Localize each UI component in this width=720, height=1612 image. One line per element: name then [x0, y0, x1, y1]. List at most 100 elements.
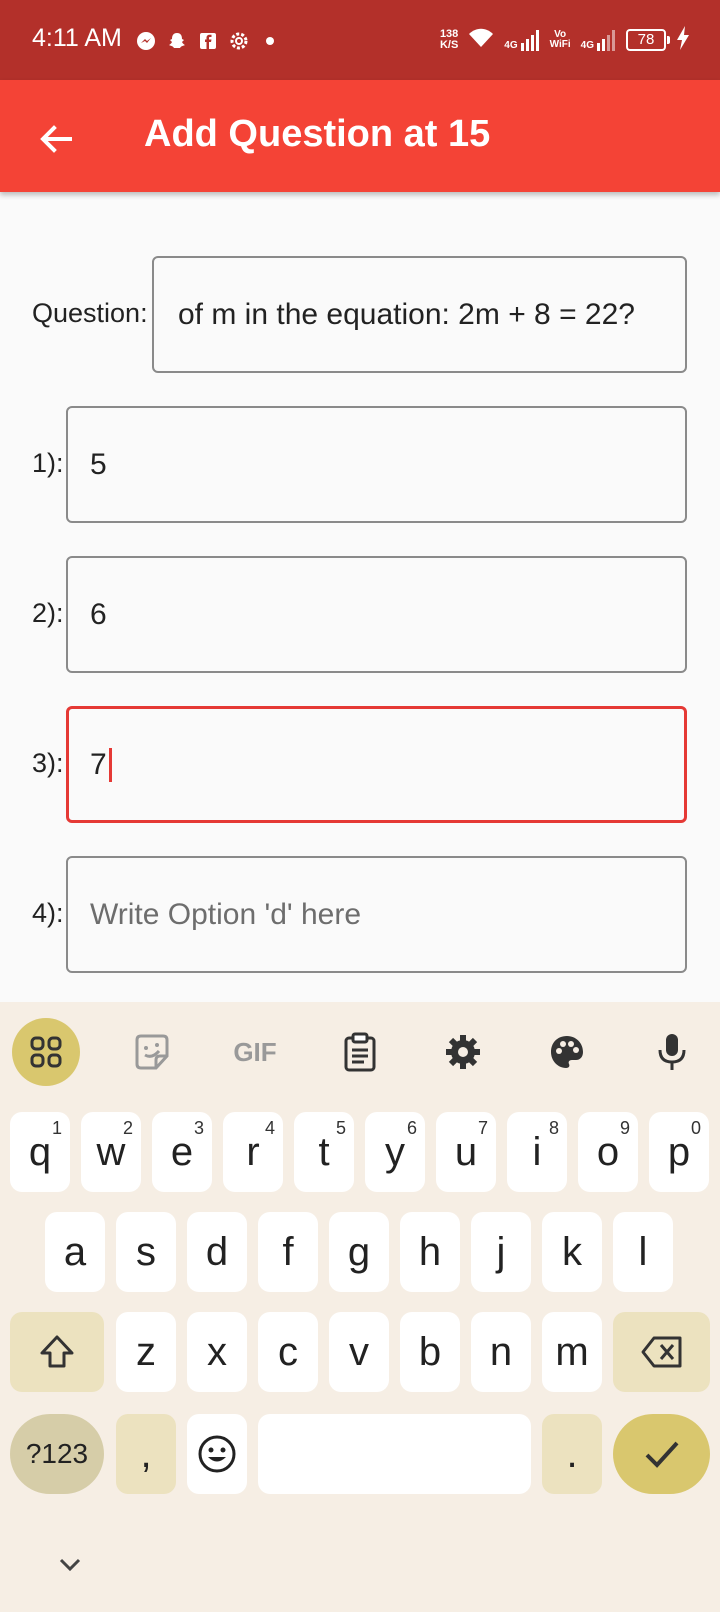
status-time: 4:11 AM — [32, 24, 122, 52]
page-title: Add Question at 15 — [144, 113, 491, 155]
key-o-hint: 9 — [619, 1118, 630, 1138]
option-4-label: 4): — [32, 898, 64, 928]
key-f[interactable]: f — [258, 1212, 318, 1292]
option-1-field[interactable]: 5 — [66, 406, 687, 523]
question-field[interactable]: of m in the equation: 2m + 8 = 22? — [152, 256, 687, 373]
key-p[interactable]: p0 — [649, 1112, 709, 1192]
vowifi-bottom: WiFi — [549, 39, 571, 50]
option-3-value: 7 — [90, 747, 107, 781]
key-x[interactable]: x — [187, 1312, 247, 1392]
backspace-key[interactable] — [613, 1312, 710, 1392]
option-2-value: 6 — [90, 597, 107, 631]
shift-key[interactable] — [10, 1312, 104, 1392]
space-key[interactable] — [258, 1414, 531, 1494]
key-p-label: p — [667, 1129, 691, 1174]
text-caret — [108, 747, 112, 782]
charging-icon — [676, 25, 690, 55]
key-e-hint: 3 — [193, 1118, 204, 1138]
key-d[interactable]: d — [187, 1212, 247, 1292]
key-r[interactable]: r4 — [223, 1112, 283, 1192]
status-right: 138 K/S 4G Vo WiFi 4G 78 — [440, 22, 690, 58]
signal-bars-icon — [597, 30, 615, 51]
symbols-key[interactable]: ?123 — [10, 1414, 104, 1494]
clipboard-button[interactable] — [330, 1022, 390, 1082]
vowifi-label: Vo WiFi — [550, 30, 571, 50]
key-m[interactable]: m — [542, 1312, 602, 1392]
key-t-label: t — [318, 1129, 330, 1174]
keyboard — [0, 1002, 720, 1612]
sticker-button[interactable] — [122, 1022, 182, 1082]
notification-icons — [136, 26, 280, 56]
key-i-hint: 8 — [548, 1118, 559, 1138]
key-y-label: y — [385, 1129, 405, 1174]
sticker-icon — [135, 1034, 169, 1070]
net-speed-unit: K/S — [439, 39, 459, 51]
clipboard-icon — [344, 1032, 376, 1072]
key-y-hint: 6 — [406, 1118, 417, 1138]
option-4-placeholder: Write Option 'd' here — [90, 897, 362, 931]
key-w-hint: 2 — [122, 1118, 133, 1138]
signal-bars-icon — [520, 30, 539, 51]
key-c[interactable]: c — [258, 1312, 318, 1392]
option-3-field[interactable]: 7 — [66, 706, 687, 823]
option-1-label: 1): — [32, 448, 64, 478]
key-v[interactable]: v — [329, 1312, 389, 1392]
hide-keyboard-button[interactable] — [52, 1550, 88, 1580]
key-e[interactable]: e3 — [152, 1112, 212, 1192]
key-t[interactable]: t5 — [294, 1112, 354, 1192]
signal-2: 4G — [581, 29, 616, 51]
key-u[interactable]: u7 — [436, 1112, 496, 1192]
key-o[interactable]: o9 — [578, 1112, 638, 1192]
period-key[interactable]: . — [542, 1414, 602, 1494]
key-j[interactable]: j — [471, 1212, 531, 1292]
apps-button[interactable] — [12, 1018, 80, 1086]
option-3-label: 3): — [32, 748, 64, 778]
battery-indicator: 78 — [626, 29, 670, 51]
key-i[interactable]: i8 — [507, 1112, 567, 1192]
backspace-icon — [641, 1336, 681, 1368]
key-e-label: e — [170, 1129, 194, 1174]
key-i-label: i — [532, 1129, 542, 1174]
key-h[interactable]: h — [400, 1212, 460, 1292]
net-speed: 138 K/S — [440, 29, 458, 51]
signal-1: 4G — [504, 29, 539, 51]
key-a[interactable]: a — [45, 1212, 105, 1292]
key-q[interactable]: q1 — [10, 1112, 70, 1192]
key-s[interactable]: s — [116, 1212, 176, 1292]
mic-icon — [658, 1034, 686, 1070]
option-2-field[interactable]: 6 — [66, 556, 687, 673]
facebook-icon — [198, 31, 218, 51]
emoji-icon — [198, 1435, 236, 1473]
more-dot-icon — [260, 31, 280, 51]
settings-button[interactable] — [433, 1022, 493, 1082]
key-g[interactable]: g — [329, 1212, 389, 1292]
option-4-field[interactable]: Write Option 'd' here — [66, 856, 687, 973]
key-o-label: o — [596, 1129, 620, 1174]
settings-icon — [446, 1035, 480, 1069]
key-q-label: q — [28, 1129, 52, 1174]
question-value: of m in the equation: 2m + 8 = 22? — [178, 297, 635, 331]
voice-input-button[interactable] — [642, 1022, 702, 1082]
chevron-down-icon — [59, 1558, 81, 1572]
gif-button[interactable]: GIF — [225, 1022, 285, 1082]
theme-button[interactable] — [537, 1022, 597, 1082]
key-u-hint: 7 — [477, 1118, 488, 1138]
emoji-key[interactable] — [187, 1414, 247, 1494]
back-button[interactable] — [30, 113, 82, 165]
key-k[interactable]: k — [542, 1212, 602, 1292]
settings-notification-icon — [229, 31, 249, 51]
key-z[interactable]: z — [116, 1312, 176, 1392]
key-l[interactable]: l — [613, 1212, 673, 1292]
done-key[interactable] — [613, 1414, 710, 1494]
net2-label: 4G — [580, 40, 594, 51]
option-2-label: 2): — [32, 598, 64, 628]
comma-key[interactable]: , — [116, 1414, 176, 1494]
key-y[interactable]: y6 — [365, 1112, 425, 1192]
key-n[interactable]: n — [471, 1312, 531, 1392]
key-r-label: r — [246, 1129, 260, 1174]
messenger-icon — [136, 31, 156, 51]
key-w[interactable]: w2 — [81, 1112, 141, 1192]
apps-icon — [30, 1036, 62, 1068]
key-b[interactable]: b — [400, 1312, 460, 1392]
key-t-hint: 5 — [335, 1118, 346, 1138]
